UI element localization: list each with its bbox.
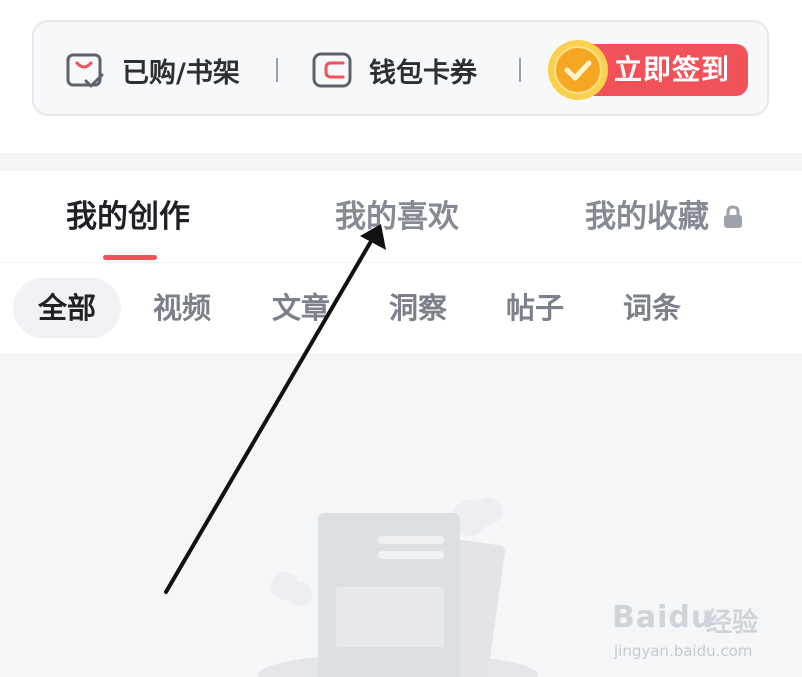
sign-in-label: 立即签到 [614,53,731,86]
tab-my-creations[interactable]: 我的创作 [66,171,190,263]
filter-articles[interactable]: 文章 [272,278,330,338]
content-filter-tabs: 全部 视频 文章 洞察 帖子 词条 [0,264,802,353]
watermark-url: jingyan.baidu.com [614,642,753,660]
divider [276,58,278,82]
lock-icon [724,205,742,228]
divider [519,58,521,82]
wallet-coupons-button[interactable]: 钱包卡券 [311,22,477,118]
sign-in-button[interactable]: 立即签到 [546,38,748,102]
filter-videos[interactable]: 视频 [153,278,211,338]
tab-my-favorites[interactable]: 我的收藏 [585,171,743,263]
purchased-bookshelf-button[interactable]: 已购/书架 [64,22,240,118]
wallet-icon [312,52,352,88]
filter-insights[interactable]: 洞察 [389,278,447,338]
shortcut-bar: 已购/书架 钱包卡券 立即签到 [32,20,769,116]
purchased-bookshelf-label: 已购/书架 [122,57,240,89]
tab-my-favorites-label: 我的收藏 [585,199,709,235]
tab-my-likes[interactable]: 我的喜欢 [335,171,459,263]
gold-coin-icon [548,40,608,100]
watermark-brand: Baidu [612,600,714,635]
filter-posts[interactable]: 帖子 [506,278,564,338]
wallet-coupons-label: 钱包卡券 [369,57,477,89]
baidu-jingyan-watermark: Baidu 经验 jingyan.baidu.com [612,590,792,670]
watermark-cn: 经验 [706,608,759,638]
active-tab-indicator [103,255,157,260]
shelf-check-icon [66,53,104,88]
profile-tabs: 我的创作 我的喜欢 我的收藏 [0,171,802,263]
filter-entries[interactable]: 词条 [623,278,681,338]
section-separator [0,153,802,171]
filter-all[interactable]: 全部 [13,278,121,338]
